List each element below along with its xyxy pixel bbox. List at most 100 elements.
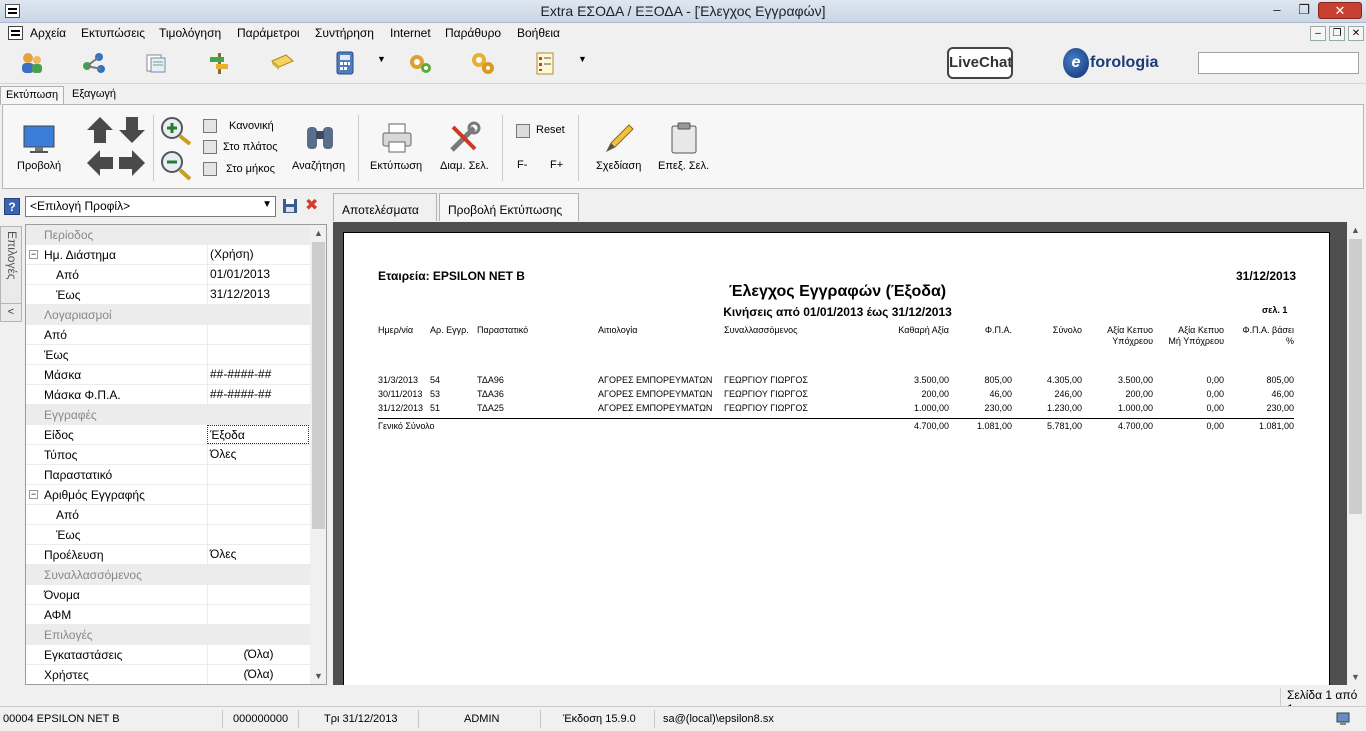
menu-files[interactable]: Αρχεία [30, 26, 66, 40]
tab-print-preview[interactable]: Προβολή Εκτύπωσης [439, 193, 579, 221]
property-row[interactable]: Εγκαταστάσεις (Όλα) [26, 645, 310, 665]
property-value[interactable] [207, 505, 309, 524]
collapse-icon[interactable]: − [29, 250, 38, 259]
property-value[interactable] [207, 605, 309, 624]
property-row[interactable]: Όνομα [26, 585, 310, 605]
collapse-icon[interactable]: − [29, 490, 38, 499]
property-value[interactable] [207, 525, 309, 544]
property-value[interactable]: 31/12/2013 [207, 285, 309, 304]
property-value[interactable]: (Όλα) [207, 645, 309, 664]
property-value[interactable] [207, 585, 309, 604]
property-row[interactable]: Από [26, 325, 310, 345]
property-row[interactable]: Έως [26, 525, 310, 545]
zoom-width-icon [203, 140, 217, 154]
server-icon[interactable] [1335, 711, 1351, 727]
scroll-down-icon[interactable]: ▼ [310, 668, 326, 684]
property-value[interactable]: (Όλα) [207, 665, 309, 684]
restore-button[interactable]: ❐ [1292, 2, 1316, 19]
property-value[interactable] [207, 465, 309, 484]
property-row[interactable]: Από 01/01/2013 [26, 265, 310, 285]
menu-window[interactable]: Παράθυρο [445, 26, 501, 40]
property-row[interactable]: Από [26, 505, 310, 525]
property-row[interactable]: Είδος Έξοδα [26, 425, 310, 445]
col-header-kepyo: Αξία Κεπυο [1107, 325, 1153, 335]
property-row[interactable]: − Αριθμός Εγγραφής [26, 485, 310, 505]
property-value[interactable]: Όλες [207, 445, 309, 464]
zoom-out-icon[interactable] [159, 149, 193, 181]
zoom-normal-label: Κανονική [229, 120, 274, 132]
checklist-dropdown-icon[interactable]: ▼ [578, 54, 587, 64]
top-search-input[interactable] [1198, 52, 1359, 74]
property-row[interactable]: Παραστατικό [26, 465, 310, 485]
property-value[interactable] [207, 345, 309, 364]
page-edit-label: Επεξ. Σελ. [658, 160, 710, 172]
preview-scroll-down-icon[interactable]: ▼ [1347, 669, 1364, 685]
mdi-restore-button[interactable]: ❐ [1329, 26, 1345, 41]
property-label: Όνομα [44, 588, 80, 602]
property-row[interactable]: Προέλευση Όλες [26, 545, 310, 565]
property-value[interactable]: Έξοδα [207, 425, 309, 444]
property-row[interactable]: Έως [26, 345, 310, 365]
mdi-close-button[interactable]: ✕ [1348, 26, 1364, 41]
eforologia-logo[interactable]: e forologia [1063, 48, 1158, 80]
property-value[interactable]: ##-####-## [207, 385, 309, 404]
preview-scroll-thumb[interactable] [1349, 239, 1362, 514]
profile-select[interactable]: <Επιλογή Προφίλ> ▼ [25, 196, 276, 217]
property-row[interactable]: ΑΦΜ [26, 605, 310, 625]
network-icon[interactable] [80, 49, 108, 77]
font-decrease-button[interactable]: F- [517, 159, 527, 171]
menu-maintenance[interactable]: Συντήρηση [315, 26, 374, 40]
menu-invoicing[interactable]: Τιμολόγηση [159, 26, 221, 40]
navigation-arrows-icon[interactable] [85, 115, 147, 179]
property-row[interactable]: Έως 31/12/2013 [26, 285, 310, 305]
system-menu-icon[interactable] [8, 26, 23, 40]
delete-icon[interactable]: ✖ [305, 198, 321, 214]
documents-icon[interactable] [142, 49, 170, 77]
calculator-dropdown-icon[interactable]: ▼ [377, 54, 386, 64]
property-value[interactable]: Όλες [207, 545, 309, 564]
users-icon[interactable] [18, 49, 46, 77]
tab-print[interactable]: Εκτύπωση [0, 86, 65, 105]
property-value[interactable]: ##-####-## [207, 365, 309, 384]
menu-internet[interactable]: Internet [390, 26, 431, 40]
help-icon[interactable]: ? [4, 198, 20, 215]
save-icon[interactable] [282, 198, 298, 214]
property-value[interactable]: (Χρήση) [207, 245, 309, 264]
options-side-tab[interactable]: Επιλογές < [0, 226, 22, 322]
book-icon[interactable] [268, 49, 296, 77]
col-header-vat: Φ.Π.Α. [984, 325, 1012, 335]
scroll-up-icon[interactable]: ▲ [310, 225, 326, 241]
signpost-icon[interactable] [205, 49, 233, 77]
preview-scroll-up-icon[interactable]: ▲ [1347, 222, 1364, 238]
menu-help[interactable]: Βοήθεια [517, 26, 560, 40]
property-label: Από [56, 508, 79, 522]
calculator-icon[interactable] [331, 49, 359, 77]
font-increase-button[interactable]: F+ [550, 159, 563, 171]
minimize-button[interactable]: – [1265, 2, 1289, 19]
livechat-button[interactable]: LiveChat [947, 47, 1013, 79]
property-value[interactable]: 01/01/2013 [207, 265, 309, 284]
preview-scrollbar[interactable]: ▲ ▼ [1347, 222, 1364, 685]
gears-icon[interactable] [468, 49, 496, 77]
property-value[interactable] [207, 325, 309, 344]
tab-export[interactable]: Εξαγωγή [67, 86, 121, 105]
collapse-panel-icon[interactable]: < [1, 303, 21, 321]
property-grid-scrollbar[interactable]: ▲ ▼ [310, 225, 326, 684]
settings-icon[interactable] [406, 49, 434, 77]
close-button[interactable]: ✕ [1318, 2, 1362, 19]
property-row[interactable]: Μάσκα Φ.Π.Α. ##-####-## [26, 385, 310, 405]
menu-parameters[interactable]: Παράμετροι [237, 26, 300, 40]
tab-results[interactable]: Αποτελέσματα [333, 193, 437, 221]
menu-prints[interactable]: Εκτυπώσεις [81, 26, 145, 40]
property-row[interactable]: Μάσκα ##-####-## [26, 365, 310, 385]
property-row[interactable]: − Ημ. Διάστημα (Χρήση) [26, 245, 310, 265]
zoom-in-icon[interactable] [159, 115, 193, 145]
property-row[interactable]: Χρήστες (Όλα) [26, 665, 310, 684]
scroll-thumb[interactable] [312, 242, 325, 529]
property-value[interactable] [207, 485, 309, 504]
checklist-icon[interactable] [531, 49, 559, 77]
chevron-down-icon[interactable]: ▼ [262, 199, 272, 210]
mdi-minimize-button[interactable]: – [1310, 26, 1326, 41]
cell-vatbase: 230,00 [1266, 403, 1294, 413]
property-row[interactable]: Τύπος Όλες [26, 445, 310, 465]
